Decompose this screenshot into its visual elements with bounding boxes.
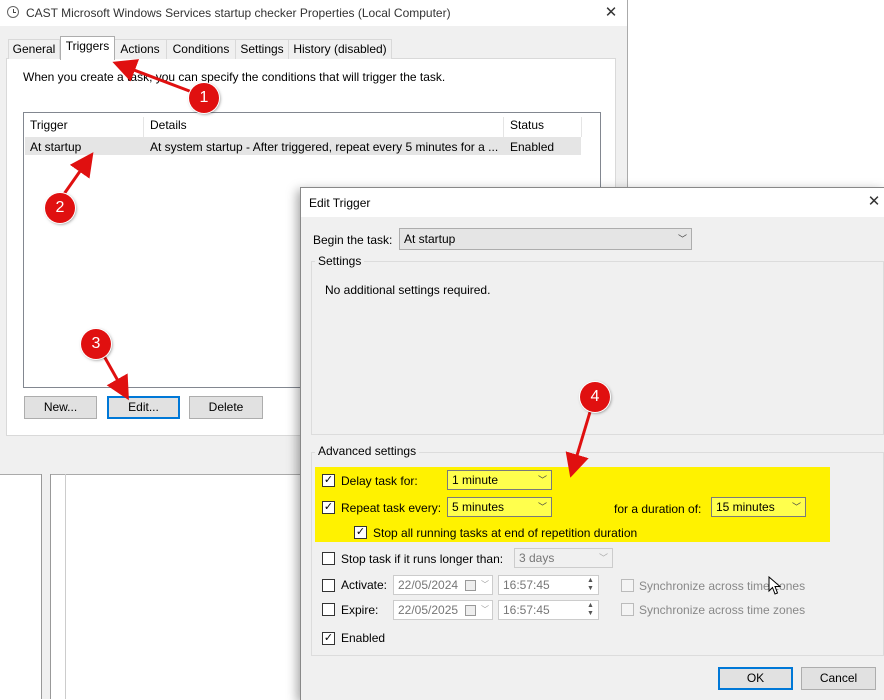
annotation-badge-4: 4	[580, 382, 610, 412]
tab-triggers[interactable]: Triggers	[60, 36, 115, 60]
annotation-badge-3: 3	[81, 329, 111, 359]
annotation-badge-2: 2	[45, 193, 75, 223]
annotation-badge-1: 1	[189, 83, 219, 113]
annotation-arrows	[62, 59, 592, 478]
